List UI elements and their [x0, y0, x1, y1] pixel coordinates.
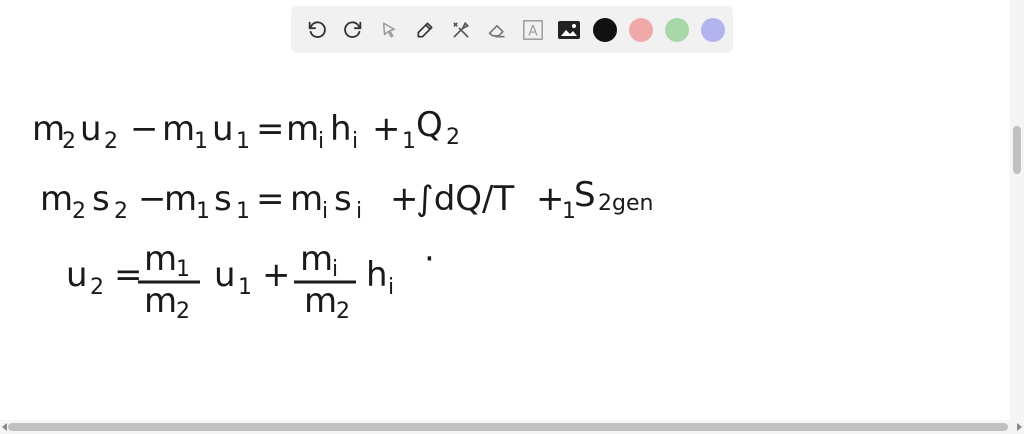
eq2-operator: + — [390, 179, 419, 219]
eraser-button[interactable] — [479, 12, 515, 48]
vertical-scrollbar[interactable] — [1010, 0, 1024, 420]
text-box-icon: A — [523, 19, 543, 40]
eq1-sub: 1 — [194, 129, 208, 154]
eq1-term: h — [330, 109, 352, 149]
eq2-operator: = — [256, 179, 285, 219]
eq2-sub: 2 — [114, 199, 128, 224]
eq3-term: u — [214, 255, 236, 295]
text-button[interactable]: A — [515, 12, 551, 48]
vertical-scroll-thumb[interactable] — [1013, 126, 1021, 174]
equation-solution: u 2 = m 1 m 2 u 1 + m i m 2 h i · — [66, 239, 435, 324]
select-button[interactable] — [371, 12, 407, 48]
eq1-sub: 2 — [62, 129, 76, 154]
eq2-operator: − — [138, 179, 167, 219]
color-swatch-pink[interactable] — [629, 17, 653, 42]
eq3-term: u — [66, 255, 88, 295]
color-swatch-lavender[interactable] — [701, 17, 725, 42]
text-tool-glyph: A — [528, 23, 538, 39]
eq2-operator: + — [536, 179, 565, 219]
redo-icon — [344, 21, 362, 38]
eq1-term: u — [80, 109, 102, 149]
redo-button[interactable] — [335, 12, 371, 48]
horizontal-scrollbar[interactable] — [0, 420, 1024, 434]
pen-button[interactable] — [407, 12, 443, 48]
eq2-term: s — [92, 179, 110, 219]
eq1-operator: − — [130, 109, 159, 149]
eq3-sub: 2 — [336, 299, 350, 324]
pen-icon — [417, 22, 433, 38]
eq2-term: m — [290, 179, 323, 219]
color-swatch-green[interactable] — [665, 17, 689, 42]
eq2-term: s — [214, 179, 232, 219]
undo-button[interactable] — [299, 12, 335, 48]
eq1-operator: + — [372, 109, 401, 149]
eq3-fraction-denominator: m — [144, 281, 177, 321]
eq3-operator: = — [114, 255, 143, 295]
horizontal-scroll-thumb[interactable] — [8, 423, 1008, 431]
scroll-left-icon[interactable] — [2, 423, 7, 431]
whiteboard-canvas[interactable]: m 2 u 2 − m 1 u 1 = m i h i + 1 Q 2 m 2 … — [0, 60, 1010, 420]
eraser-icon — [488, 24, 505, 37]
eq3-sub: i — [388, 275, 394, 300]
eq3-sub: 1 — [176, 257, 190, 282]
eq2-term: m — [40, 179, 73, 219]
eq3-fraction-numerator: m — [144, 239, 177, 279]
eq1-term: m — [162, 109, 195, 149]
eq1-sub: 1 — [402, 129, 416, 154]
drawing-toolbar: A — [291, 6, 733, 53]
eq1-sub: 2 — [446, 125, 460, 150]
equation-entropy-balance: m 2 s 2 − m 1 s 1 = m i s i + ∫dQ/T + 1 … — [40, 175, 653, 224]
eq2-integral: ∫dQ/T — [416, 179, 515, 219]
eq1-sub: i — [352, 129, 358, 154]
tools-button[interactable] — [443, 12, 479, 48]
eq3-fraction-denominator: m — [304, 281, 337, 321]
eq1-sub: 1 — [236, 129, 250, 154]
eq3-sub: 1 — [238, 275, 252, 300]
undo-icon — [308, 21, 326, 38]
image-icon — [558, 20, 580, 39]
eq2-sub: 2gen — [598, 191, 653, 216]
image-button[interactable] — [551, 12, 587, 48]
eq1-sub: i — [318, 129, 324, 154]
eq2-sub: 1 — [236, 199, 250, 224]
eq1-term: u — [212, 109, 234, 149]
eq1-term: m — [32, 109, 65, 149]
eq3-fraction-numerator: m — [300, 239, 333, 279]
pointer-icon — [383, 22, 395, 37]
eq1-operator: = — [256, 109, 285, 149]
color-swatch-black[interactable] — [593, 17, 617, 42]
eq2-term: m — [164, 179, 197, 219]
eq2-sub: 1 — [196, 199, 210, 224]
eq3-operator: + — [262, 255, 291, 295]
eq1-sub: 2 — [104, 129, 118, 154]
eq2-sub: i — [322, 199, 328, 224]
eq3-term: h — [366, 255, 388, 295]
equation-energy-balance: m 2 u 2 − m 1 u 1 = m i h i + 1 Q 2 — [32, 105, 460, 154]
eq1-term: Q — [416, 105, 443, 145]
eq3-dot: · — [424, 239, 435, 279]
eq2-sub: 2 — [72, 199, 86, 224]
eq3-sub: 2 — [90, 275, 104, 300]
eq3-sub: i — [332, 257, 338, 282]
eq2-sub: i — [356, 199, 362, 224]
eq3-sub: 2 — [176, 299, 190, 324]
scroll-right-icon[interactable] — [1017, 423, 1022, 431]
tools-icon — [453, 21, 470, 38]
eq2-term: S — [574, 175, 596, 215]
eq1-term: m — [286, 109, 319, 149]
eq2-term: s — [334, 179, 352, 219]
